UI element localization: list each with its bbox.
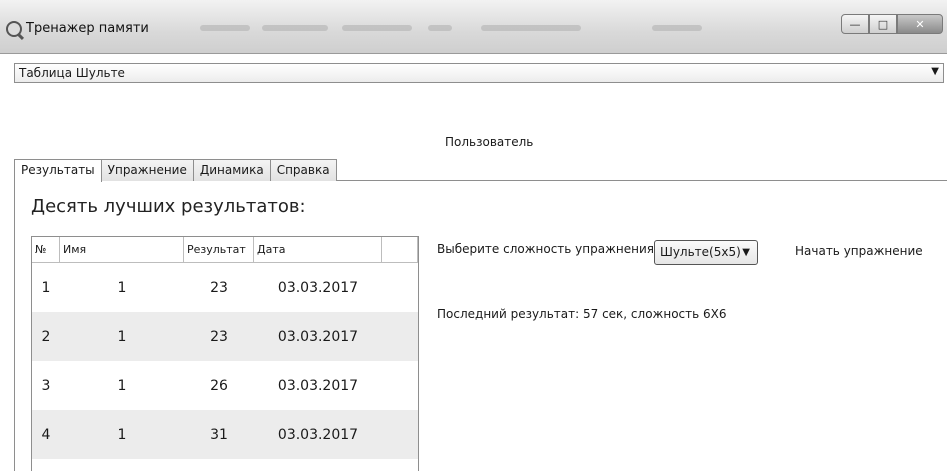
column-header-date[interactable]: Дата [254, 237, 382, 262]
table-row[interactable]: 3 1 26 03.03.2017 [32, 361, 418, 410]
cell-number: 4 [41, 426, 51, 443]
chevron-down-icon: ▼ [742, 247, 750, 258]
blurred-taskbar-item [428, 25, 452, 31]
column-header-number[interactable]: № [32, 237, 60, 262]
user-label: Пользователь [445, 135, 534, 149]
exercise-type-value: Таблица Шульте [19, 66, 125, 80]
cell-result: 26 [210, 377, 228, 394]
difficulty-select[interactable]: Шульте(5x5) ▼ [654, 240, 758, 265]
table-row[interactable]: 4 1 31 03.03.2017 [32, 410, 418, 459]
cell-name: 1 [117, 377, 127, 394]
cell-result: 23 [210, 279, 228, 296]
start-exercise-button[interactable]: Начать упражнение [795, 244, 923, 258]
cell-result: 31 [210, 426, 228, 443]
exercise-type-select[interactable]: Таблица Шульте ▼ [14, 63, 944, 83]
table-row[interactable]: 1 1 23 03.03.2017 [32, 263, 418, 312]
blurred-taskbar-item [342, 25, 412, 31]
page-title: Десять лучших результатов: [31, 196, 306, 217]
tab-results[interactable]: Результаты [14, 159, 102, 182]
tab-exercise[interactable]: Упражнение [100, 159, 194, 181]
cell-date: 03.03.2017 [277, 377, 359, 394]
cell-number: 1 [41, 279, 51, 296]
window-controls: — □ ✕ [841, 14, 943, 34]
blurred-taskbar-item [200, 25, 250, 31]
cell-name: 1 [117, 328, 127, 345]
minimize-button[interactable]: — [841, 14, 869, 34]
blurred-taskbar-item [262, 25, 328, 31]
blurred-taskbar-item [652, 25, 702, 31]
cell-number: 3 [41, 377, 51, 394]
last-result-text: Последний результат: 57 сек, сложность 6… [437, 307, 727, 321]
tab-help[interactable]: Справка [269, 159, 337, 181]
difficulty-label: Выберите сложность упражнения: [437, 242, 659, 256]
column-header-name[interactable]: Имя [60, 237, 184, 262]
window-title: Тренажер памяти [26, 21, 149, 36]
chevron-down-icon: ▼ [931, 66, 939, 77]
close-icon: ✕ [915, 17, 925, 31]
column-header-empty [382, 237, 418, 262]
cell-name: 1 [117, 279, 127, 296]
cell-date: 03.03.2017 [277, 279, 359, 296]
table-row[interactable]: 2 1 23 03.03.2017 [32, 312, 418, 361]
tab-dynamics[interactable]: Динамика [192, 159, 271, 181]
minimize-icon: — [849, 17, 861, 31]
maximize-button[interactable]: □ [869, 14, 897, 34]
cell-result: 23 [210, 328, 228, 345]
maximize-icon: □ [877, 17, 889, 31]
results-table: № Имя Результат Дата 1 1 23 03.03.2017 2… [31, 236, 419, 471]
table-header: № Имя Результат Дата [32, 237, 418, 263]
cell-name: 1 [117, 426, 127, 443]
app-icon [6, 21, 22, 37]
cell-date: 03.03.2017 [277, 426, 359, 443]
cell-date: 03.03.2017 [277, 328, 359, 345]
title-bar: Тренажер памяти — □ ✕ [0, 0, 947, 54]
column-header-result[interactable]: Результат [184, 237, 254, 262]
difficulty-value: Шульте(5x5) [660, 245, 741, 259]
blurred-taskbar-item [481, 25, 581, 31]
cell-number: 2 [41, 328, 51, 345]
tab-strip: Результаты Упражнение Динамика Справка [14, 159, 337, 182]
close-button[interactable]: ✕ [897, 14, 943, 34]
